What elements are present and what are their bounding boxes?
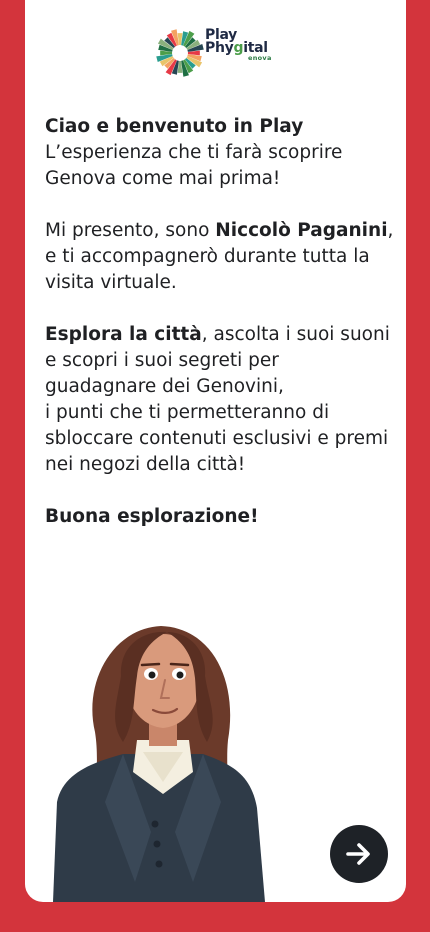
next-button[interactable]: [330, 825, 388, 883]
play-phygital-logo: Play Phygital enova: [156, 25, 286, 85]
logo-genova-text: enova: [248, 54, 272, 62]
logo-phygital-text: Phygital: [205, 40, 268, 56]
welcome-card: Play Phygital enova Ciao e benvenuto in …: [25, 0, 406, 902]
intro-heading: Ciao e benvenuto in Play: [45, 116, 304, 137]
intro-text: Ciao e benvenuto in Play L’esperienza ch…: [45, 114, 395, 530]
paganini-illustration: [53, 626, 265, 902]
intro-paragraph-3: Esplora la città, ascolta i suoi suoni e…: [45, 324, 390, 475]
character-name: Niccolò Paganini: [215, 220, 388, 241]
logo-wheel-icon: [156, 29, 204, 77]
intro-paragraph-1: L’esperienza che ti farà scoprire Genova…: [45, 142, 343, 189]
closing-text: Buona esplorazione!: [45, 506, 259, 527]
arrow-right-icon: [346, 843, 370, 865]
intro-paragraph-2: Mi presento, sono Niccolò Paganini, e ti…: [45, 220, 394, 293]
logo-wordmark: Play Phygital enova: [205, 28, 271, 61]
